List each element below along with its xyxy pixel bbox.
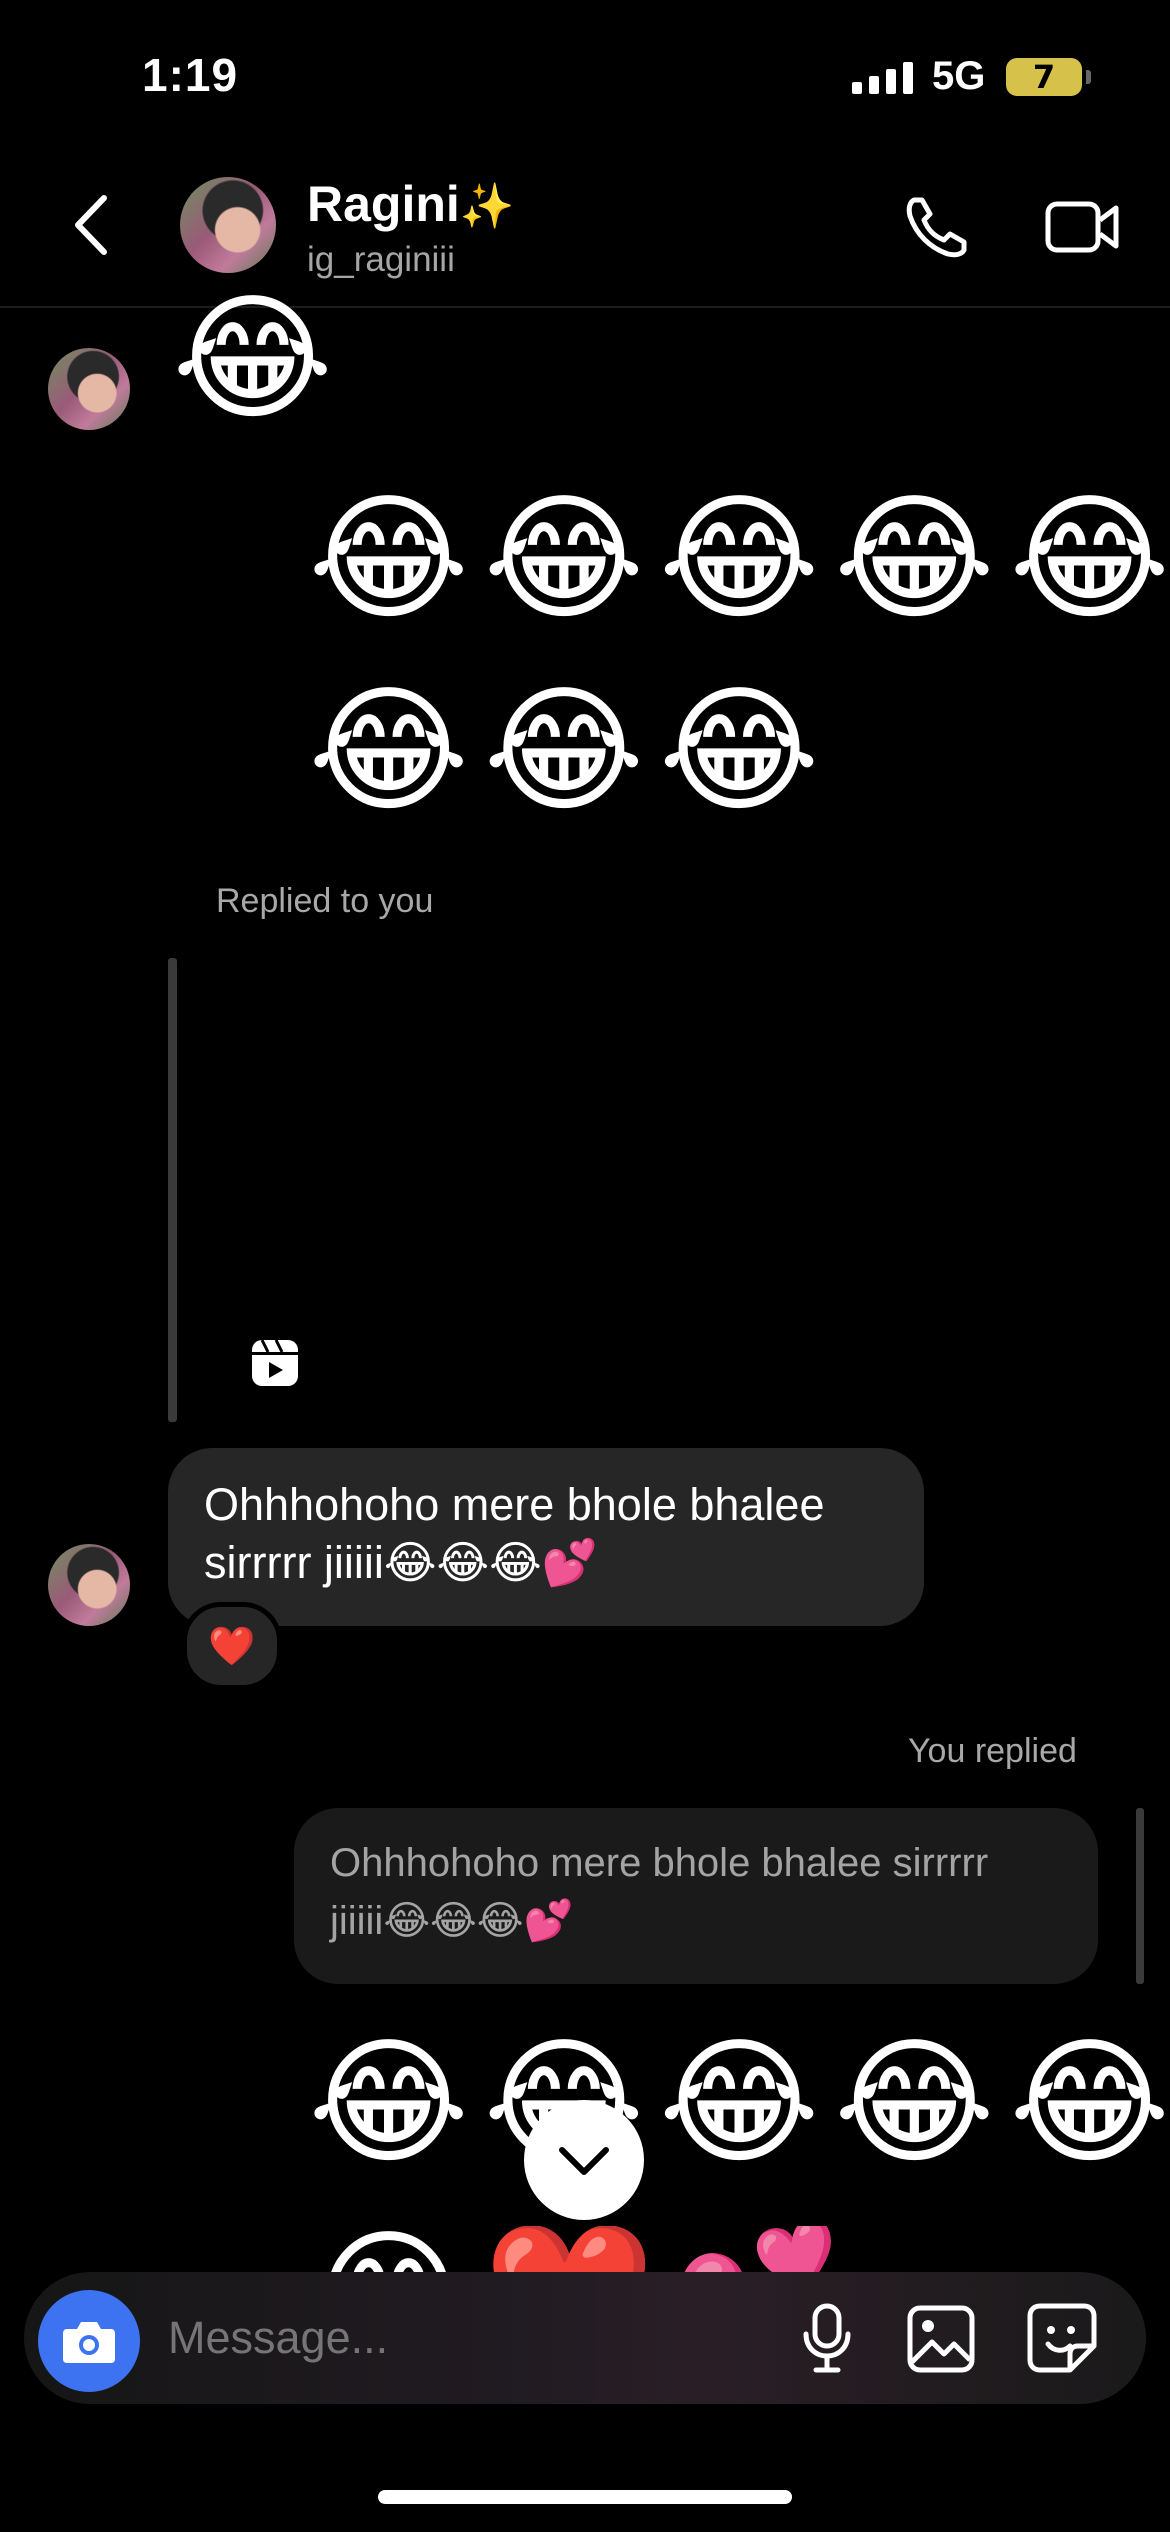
- sender-avatar[interactable]: [48, 1544, 130, 1626]
- outgoing-emoji-row-2[interactable]: 😂 😂 😂: [308, 682, 820, 820]
- quoted-text-line: jiiiii😂😂😂💕: [330, 1899, 574, 1943]
- avatar[interactable]: [180, 177, 276, 273]
- scroll-to-bottom-button[interactable]: [524, 2100, 644, 2220]
- laughing-emoji: 😂: [308, 2226, 469, 2272]
- call-button[interactable]: [900, 190, 974, 264]
- contact-name-text: Ragini: [307, 176, 460, 232]
- sticker-icon: [1027, 2303, 1097, 2373]
- incoming-message-bubble[interactable]: Ohhhohoho mere bhole bhalee sirrrrr jiii…: [168, 1448, 924, 1626]
- laughing-emoji: 😂: [483, 670, 645, 831]
- camera-icon: [63, 2322, 115, 2363]
- sender-avatar[interactable]: [48, 348, 130, 430]
- chevron-down-icon: [559, 2147, 609, 2175]
- laughing-emoji: 😂: [833, 2022, 995, 2183]
- you-replied-label: You replied: [908, 1732, 1077, 1770]
- incoming-emoji-message[interactable]: 😂: [172, 290, 333, 428]
- laughing-emoji: 😂: [833, 478, 995, 639]
- gallery-icon: [907, 2305, 975, 2373]
- phone-icon: [906, 197, 967, 258]
- two-hearts-emoji: 💕: [669, 2226, 841, 2272]
- gallery-button[interactable]: [906, 2304, 976, 2374]
- back-icon: [75, 195, 107, 255]
- contact-name[interactable]: Ragini✨: [307, 175, 515, 233]
- laughing-emoji: 😂: [1009, 2022, 1170, 2183]
- contact-username: ig_raginiii: [307, 240, 455, 279]
- quoted-text-line: Ohhhohoho mere bhole bhalee sirrrrr: [330, 1841, 989, 1885]
- heart-emoji: ❤️: [483, 2226, 655, 2272]
- sparkles-emoji: ✨: [459, 181, 515, 232]
- camera-button[interactable]: [38, 2290, 140, 2392]
- video-camera-icon: [1045, 201, 1119, 253]
- reel-icon[interactable]: [252, 1339, 298, 1386]
- laughing-emoji: 😂: [658, 670, 820, 831]
- message-input[interactable]: [168, 2312, 768, 2364]
- signal-icon: [852, 62, 913, 94]
- laughing-emoji: 😂: [1009, 478, 1170, 639]
- network-label: 5G: [932, 54, 986, 98]
- voice-message-button[interactable]: [800, 2302, 854, 2376]
- status-time: 1:19: [142, 49, 239, 101]
- laughing-emoji: 😂: [308, 478, 470, 639]
- sticker-button[interactable]: [1026, 2302, 1098, 2374]
- laughing-emoji: 😂: [658, 2022, 820, 2183]
- message-text-line: sirrrrr jiiiii😂😂😂💕: [204, 1537, 598, 1588]
- laughing-emoji: 😂: [483, 478, 645, 639]
- battery-tip: [1086, 70, 1091, 84]
- quoted-message-bubble[interactable]: Ohhhohoho mere bhole bhalee sirrrrr jiii…: [294, 1808, 1098, 1984]
- replied-to-you-label: Replied to you: [216, 882, 434, 920]
- outgoing-emoji-row-3[interactable]: 😂 😂 😂 😂 😂: [308, 2034, 1170, 2172]
- video-call-button[interactable]: [1044, 190, 1120, 264]
- laughing-emoji: 😂: [658, 478, 820, 639]
- microphone-icon: [803, 2303, 851, 2373]
- laughing-emoji: 😂: [308, 2022, 470, 2183]
- outgoing-emoji-row-4[interactable]: 😂 ❤️ 💕: [308, 2226, 841, 2272]
- home-indicator[interactable]: [378, 2490, 792, 2504]
- reply-quote-bar: [168, 958, 177, 1422]
- outgoing-emoji-row-1[interactable]: 😂 😂 😂 😂 😂: [308, 490, 1170, 628]
- back-button[interactable]: [64, 190, 124, 260]
- message-text-line: Ohhhohoho mere bhole bhalee: [204, 1479, 825, 1530]
- reply-quote-bar: [1136, 1808, 1144, 1984]
- laughing-emoji: 😂: [308, 670, 470, 831]
- battery-icon: 7: [1006, 58, 1082, 96]
- battery-level: 7: [1032, 58, 1056, 96]
- heart-reaction[interactable]: ❤️: [182, 1602, 282, 1690]
